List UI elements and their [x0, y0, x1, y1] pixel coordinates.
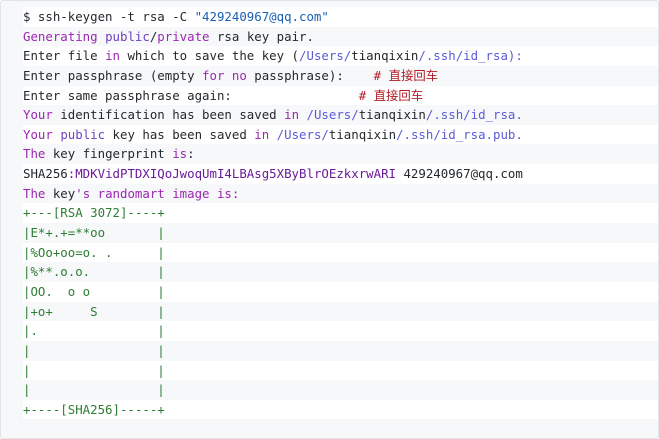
- code-token: /Users/: [299, 48, 352, 64]
- code-token: passphrase):: [246, 67, 374, 83]
- code-line: |+o+ S |: [23, 302, 658, 322]
- code-token: Your: [23, 107, 53, 123]
- code-token: is: [172, 146, 188, 162]
- code-token: /.ssh/id_rsa.pub.: [396, 126, 523, 142]
- terminal-code-block[interactable]: $ ssh-keygen -t rsa -C "429240967@qq.com…: [1, 7, 658, 420]
- code-token: :MDKVidPTDXIQoJwoqUmI4LBAsg5XByBlrOEzkxr…: [67, 166, 396, 182]
- code-token: in: [105, 48, 120, 64]
- code-line: |%**.o.o. |: [23, 262, 658, 282]
- code-token: :: [187, 146, 195, 162]
- code-line: The key fingerprint is:: [23, 144, 658, 164]
- code-token: 429240967@qq.com: [396, 166, 523, 182]
- code-token: |. |: [23, 323, 165, 339]
- code-token: 's randomart image is:: [75, 185, 240, 201]
- code-token: "429240967@qq.com": [194, 9, 329, 24]
- code-token: |%Oo+oo=o. . |: [23, 244, 165, 260]
- code-token: public: [60, 126, 106, 142]
- code-block-container: $ ssh-keygen -t rsa -C "429240967@qq.com…: [0, 0, 659, 439]
- code-token: # 直接回车: [358, 87, 424, 103]
- code-token: The: [23, 146, 46, 162]
- code-line: |E*+.+=**oo |: [23, 223, 658, 243]
- code-token: | |: [23, 342, 165, 358]
- code-token: Enter passphrase (empty: [23, 67, 203, 83]
- code-line: Generating public/private rsa key pair.: [23, 27, 658, 47]
- code-token: +----[SHA256]-----+: [23, 401, 165, 417]
- code-token: |+o+ S |: [23, 303, 165, 319]
- code-token: /Users/: [276, 126, 329, 142]
- code-token: |OO. o o |: [23, 283, 165, 299]
- code-token: no: [231, 67, 247, 83]
- code-line: Enter same passphrase again: # 直接回车: [23, 85, 658, 106]
- code-token: SHA256: [23, 166, 68, 182]
- code-line: | |: [23, 360, 658, 381]
- code-line: $ ssh-keygen -t rsa -C "429240967@qq.com…: [23, 7, 658, 27]
- code-token: which to save the key (: [119, 48, 300, 64]
- code-line: | |: [23, 341, 658, 361]
- code-token: private: [157, 28, 210, 44]
- code-token: /.ssh/id_rsa.: [425, 107, 523, 123]
- code-token: Your: [23, 126, 53, 142]
- code-token: | |: [23, 382, 165, 398]
- code-line: |OO. o o |: [23, 281, 658, 302]
- code-token: rsa key pair.: [209, 28, 314, 44]
- code-token: identification has been saved: [52, 107, 285, 123]
- code-token: in: [284, 107, 300, 123]
- code-line: Your public key has been saved in /Users…: [23, 124, 658, 145]
- code-token: # 直接回车: [373, 67, 439, 83]
- code-token: /.ssh/id_rsa):: [418, 48, 523, 64]
- code-line: | |: [23, 380, 658, 400]
- code-token: tianqixin: [358, 107, 426, 123]
- code-token: for: [202, 67, 225, 83]
- code-token: key fingerprint: [45, 146, 173, 162]
- code-token: Enter file: [23, 48, 106, 64]
- code-token: in: [254, 126, 270, 142]
- code-token: |E*+.+=**oo |: [23, 225, 165, 241]
- code-token: tianqixin: [351, 48, 419, 64]
- code-token: |%**.o.o. |: [23, 264, 165, 280]
- code-line: SHA256:MDKVidPTDXIQoJwoqUmI4LBAsg5XByBlr…: [23, 164, 658, 184]
- code-token: key: [45, 185, 76, 201]
- code-token: Generating: [23, 28, 106, 44]
- code-line: |%Oo+oo=o. . |: [23, 242, 658, 263]
- code-token: +---[RSA 3072]----+: [23, 205, 165, 221]
- code-line: +----[SHA256]-----+: [23, 399, 658, 420]
- code-line: +---[RSA 3072]----+: [23, 203, 658, 224]
- code-token: The: [23, 185, 46, 201]
- code-token: Enter same passphrase again:: [23, 87, 359, 103]
- code-line: Enter passphrase (empty for no passphras…: [23, 66, 658, 86]
- code-token: /Users/: [306, 107, 359, 123]
- code-line: The key's randomart image is:: [23, 184, 658, 204]
- code-token: tianqixin: [328, 126, 397, 142]
- code-token: public: [105, 28, 150, 44]
- code-token: key has been saved: [105, 126, 255, 142]
- code-line: Enter file in which to save the key (/Us…: [23, 46, 658, 66]
- code-line: |. |: [23, 321, 658, 341]
- code-line: Your identification has been saved in /U…: [23, 105, 658, 125]
- code-token: $ ssh-keygen -t rsa -C: [23, 9, 195, 24]
- code-token: | |: [23, 362, 165, 378]
